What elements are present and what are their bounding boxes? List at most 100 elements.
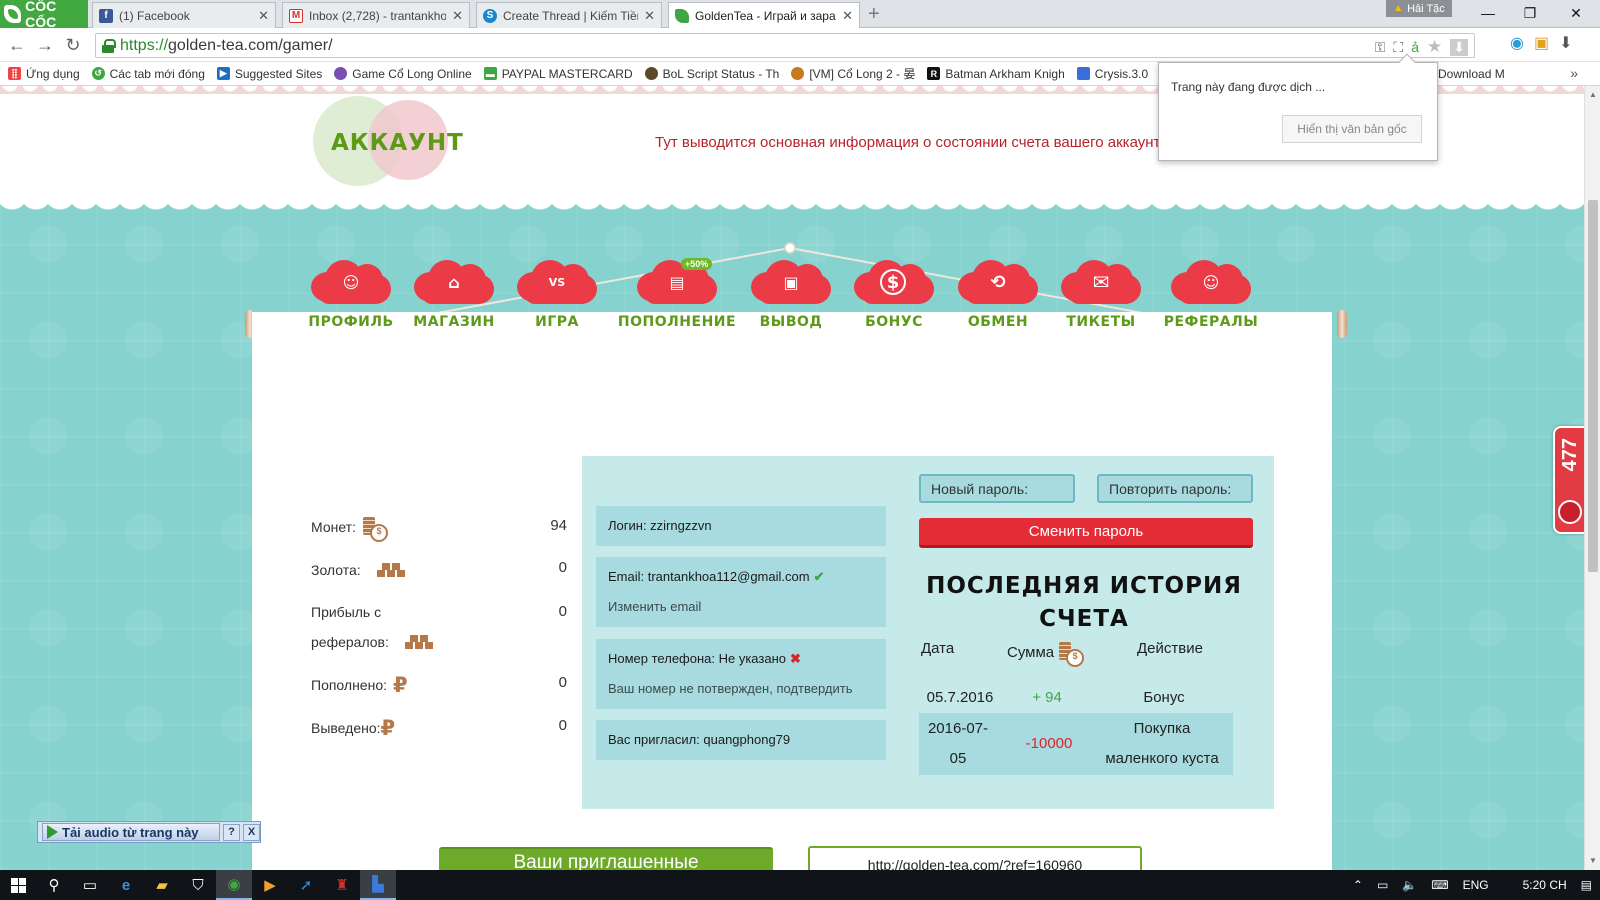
tab-create-thread[interactable]: S Create Thread | Kiếm Tiền ✕ [476, 2, 662, 28]
file-explorer-icon[interactable]: ▰ [144, 870, 180, 900]
ruble-icon: ₽ [393, 673, 408, 697]
coccoc-taskbar-icon[interactable]: ◉ [216, 870, 252, 900]
bookmark-game[interactable]: Game Cổ Long Online [334, 67, 472, 81]
scroll-up-icon[interactable]: ▲ [1589, 90, 1597, 99]
side-counter-widget[interactable]: 477 [1553, 426, 1584, 534]
task-view-icon[interactable]: ▭ [72, 870, 108, 900]
history-row: 05.7.2016 + 94 Бонус [926, 689, 1185, 706]
lock-icon [102, 39, 116, 53]
nav-profile[interactable]: ☺ ПРОФИЛЬ [303, 258, 399, 330]
facebook-icon: f [99, 8, 113, 23]
history-row: 2016-07- 05 -10000 Покупка маленкого куста [919, 713, 1233, 775]
audio-download-button[interactable]: Tải audio từ trang này [42, 823, 220, 841]
bookmark-recent-tabs[interactable]: ↺ Các tab mới đóng [91, 67, 205, 81]
bookmark-paypal[interactable]: ▬ PAYPAL MASTERCARD [483, 67, 633, 81]
phone-confirm-link[interactable]: Ваш номер не потвержден, подтвердить [608, 674, 874, 704]
tab-goldentea[interactable]: GoldenTea - Играй и зараб ✕ [668, 2, 860, 29]
start-button[interactable] [0, 870, 36, 900]
keyboard-icon[interactable]: ⌨ [1431, 878, 1448, 892]
close-button[interactable]: X [243, 823, 260, 841]
arrow-app-icon[interactable]: ➚ [288, 870, 324, 900]
close-icon[interactable]: ✕ [842, 8, 853, 24]
nav-withdraw[interactable]: ▣ ВЫВОД [743, 258, 839, 330]
scroll-thumb[interactable] [1588, 200, 1598, 572]
translate-icon[interactable]: ⛶ [1393, 39, 1403, 56]
nav-exchange[interactable]: ⟲ ОБМЕН [950, 258, 1046, 330]
profile-badge[interactable]: ▲ Hải Tặc [1386, 0, 1452, 17]
scroll-down-icon[interactable]: ▼ [1589, 856, 1597, 865]
help-button[interactable]: ? [223, 823, 240, 841]
bookmark-suggested-sites[interactable]: ▶ Suggested Sites [216, 67, 322, 81]
wallet-icon: ▣ [751, 258, 831, 306]
gold-icon [404, 634, 433, 650]
notifications-icon[interactable]: ▤ [1581, 878, 1592, 892]
media-player-icon[interactable]: ▶ [252, 870, 288, 900]
stat-coins-label: Монет: [311, 512, 388, 542]
new-password-input[interactable] [919, 474, 1075, 503]
nav-referrals[interactable]: ☺ РЕФЕРАЛЫ [1160, 258, 1262, 330]
close-icon[interactable]: ✕ [644, 8, 655, 24]
show-original-button[interactable]: Hiển thị văn bản gốc [1282, 115, 1422, 143]
bookmark-vm[interactable]: [VM] Cổ Long 2 - 晏 [791, 65, 915, 82]
system-tray: ⌃ ▭ 🔈 ⌨ ENG 5:20 CH ▤ [1353, 870, 1592, 900]
forward-button[interactable]: → [34, 34, 56, 56]
launcher-app-icon[interactable]: ▙ [360, 870, 396, 900]
extension-icon[interactable]: ◉ [1510, 33, 1524, 53]
nav-game[interactable]: VS ИГРА [509, 258, 605, 330]
close-window-button[interactable]: ✕ [1556, 0, 1596, 26]
card-icon: ▬ [483, 67, 497, 80]
new-tab-button[interactable]: + [868, 4, 880, 24]
nav-shop[interactable]: ⌂ МАГАЗИН [406, 258, 502, 330]
volume-icon[interactable]: 🔈 [1402, 878, 1417, 892]
more-bookmarks-icon[interactable]: » [1570, 65, 1578, 81]
coins-icon [362, 515, 388, 542]
change-email-link[interactable]: Изменить email [608, 592, 874, 622]
star-icon[interactable]: ★ [1427, 37, 1442, 57]
coccoc-logo[interactable]: CỐC CỐC [0, 0, 88, 30]
clock[interactable]: 5:20 CH [1523, 878, 1567, 892]
nav-bonus[interactable]: $ БОНУС [846, 258, 942, 330]
stat-deposited-label: Пополнено: ₽ [311, 673, 408, 697]
apps-icon: ⣿ [8, 67, 21, 80]
reload-button[interactable]: ↻ [62, 34, 84, 56]
edge-icon[interactable]: e [108, 870, 144, 900]
wave-border [0, 194, 1584, 228]
address-bar[interactable]: https://golden-tea.com/gamer/ ⚿ ⛶ ả ★ ⬇ [95, 33, 1475, 58]
stat-gold-value: 0 [558, 559, 567, 576]
repeat-password-input[interactable] [1097, 474, 1253, 503]
coccoc-assistant-icon[interactable]: ả [1411, 39, 1419, 55]
change-password-button[interactable]: Сменить пароль [919, 518, 1253, 548]
bookmark-download[interactable]: Download M [1438, 67, 1505, 81]
nav-deposit[interactable]: ▤ +50% ПОПОЛНЕНИЕ [618, 258, 736, 330]
bookmark-bol[interactable]: BoL Script Status - Th [644, 67, 779, 81]
bookmark-apps[interactable]: ⣿ Ứng dụng [8, 67, 80, 81]
gold-icon [376, 562, 405, 578]
search-icon[interactable]: ⚲ [36, 870, 72, 900]
page-title: АККАУНТ [331, 130, 464, 156]
savior-icon[interactable]: ▣ [1534, 33, 1549, 53]
tab-gmail[interactable]: M Inbox (2,728) - trantankhoa ✕ [282, 2, 470, 28]
key-icon[interactable]: ⚿ [1375, 39, 1386, 56]
chevron-up-icon[interactable]: ⌃ [1353, 878, 1363, 892]
history-title: ПОСЛЕДНЯЯ ИСТОРИЯ СЧЕТА [926, 573, 1242, 632]
download-arrow-icon[interactable]: ⬇ [1450, 38, 1468, 56]
url-text[interactable]: https://golden-tea.com/gamer/ [120, 37, 333, 55]
maximize-button[interactable]: ❐ [1510, 0, 1550, 26]
coins-icon [1058, 640, 1085, 667]
close-icon[interactable]: ✕ [452, 8, 463, 24]
downloads-icon[interactable]: ⬇ [1559, 33, 1572, 53]
back-button[interactable]: ← [6, 34, 28, 56]
store-icon[interactable]: ⛉ [180, 870, 216, 900]
suggested-icon: ▶ [216, 67, 230, 80]
bookmark-batman[interactable]: R Batman Arkham Knigh [927, 67, 1065, 81]
game-app-icon[interactable]: ♜ [324, 870, 360, 900]
minimize-button[interactable]: — [1468, 0, 1508, 26]
tab-facebook[interactable]: f (1) Facebook ✕ [92, 2, 276, 28]
network-icon[interactable]: ▭ [1377, 878, 1388, 892]
page-scrollbar[interactable]: ▲ ▼ [1584, 86, 1600, 870]
bookmark-crysis[interactable]: Crysis.3.0 [1076, 67, 1148, 81]
nav-tickets[interactable]: ✉ ТИКЕТЫ [1053, 258, 1149, 330]
close-icon[interactable]: ✕ [258, 8, 269, 24]
forum-icon: S [483, 8, 497, 23]
language-indicator[interactable]: ENG [1463, 878, 1489, 892]
